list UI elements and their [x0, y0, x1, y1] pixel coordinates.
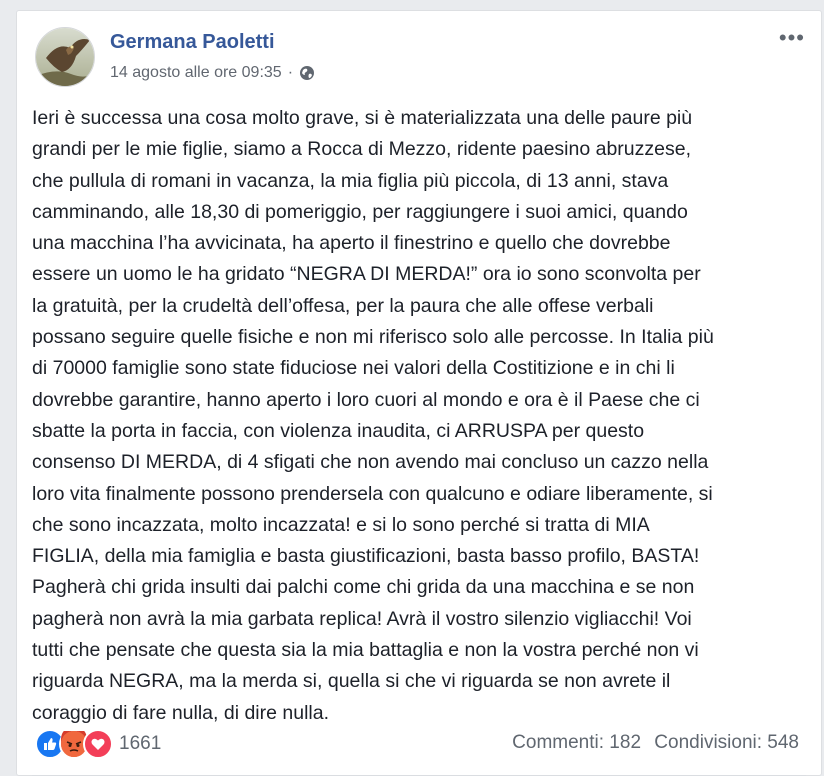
shares-count-link[interactable]: Condivisioni: 548	[654, 732, 799, 753]
post-meta: 14 agosto alle ore 09:35 ·	[110, 64, 315, 82]
reactions-count[interactable]: 1661	[119, 733, 161, 755]
post-stats: Commenti: 182 Condivisioni: 548	[512, 732, 799, 754]
post-options-button[interactable]: •••	[779, 27, 805, 49]
post-timestamp-link[interactable]: 14 agosto alle ore 09:35	[110, 64, 282, 82]
love-icon	[83, 729, 113, 759]
author-avatar[interactable]	[35, 27, 95, 87]
comments-count-link[interactable]: Commenti: 182	[512, 732, 641, 753]
post-body-text: Ieri è successa una cosa molto grave, si…	[32, 107, 714, 724]
post-card: Germana Paoletti 14 agosto alle ore 09:3…	[16, 10, 822, 776]
reactions-summary[interactable]: 1661	[35, 729, 161, 759]
author-name-link[interactable]: Germana Paoletti	[110, 31, 275, 54]
meta-separator: ·	[287, 64, 294, 81]
globe-icon[interactable]	[299, 65, 315, 81]
